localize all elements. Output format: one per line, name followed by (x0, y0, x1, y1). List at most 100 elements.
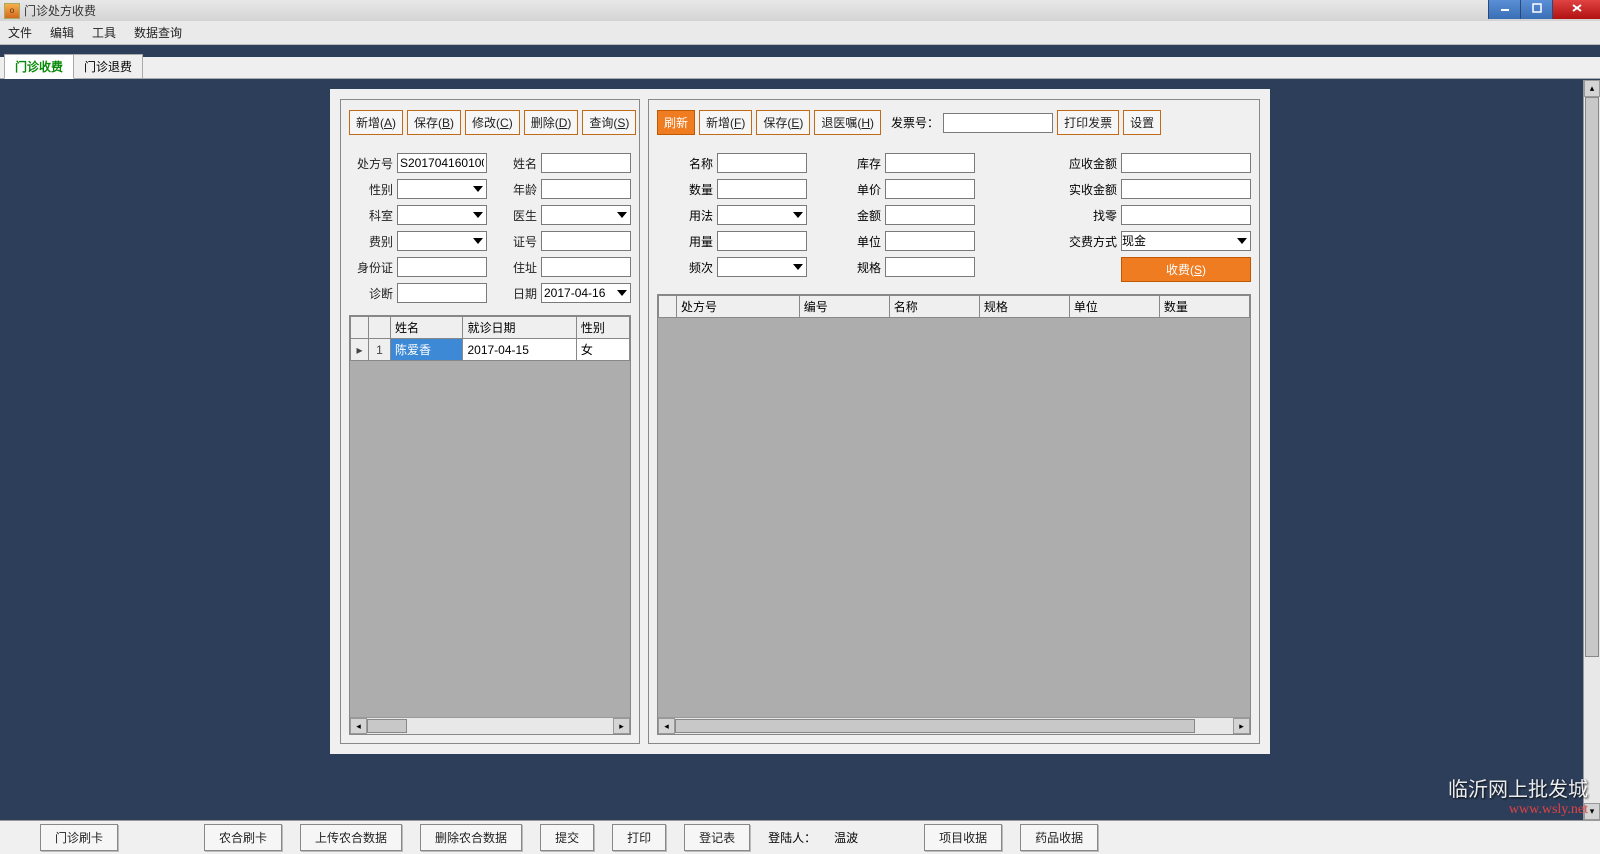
col-spec[interactable]: 规格 (979, 296, 1069, 318)
add-item-button[interactable]: 新增(F) (699, 110, 752, 135)
save-item-button[interactable]: 保存(E) (756, 110, 810, 135)
inp-dose[interactable] (717, 231, 807, 251)
inp-amount[interactable] (885, 205, 975, 225)
query-button[interactable]: 查询(S) (582, 110, 636, 135)
watermark-text: 临沂网上批发城 (1448, 773, 1588, 802)
lbl-feetype: 费别 (351, 233, 393, 250)
outpatient-card-button[interactable]: 门诊刷卡 (40, 824, 118, 851)
titlebar: o 门诊处方收费 (0, 0, 1600, 21)
table-row[interactable]: ▸ 1 陈爱香 2017-04-15 女 (351, 339, 630, 361)
edit-button[interactable]: 修改(C) (465, 110, 520, 135)
inp-price[interactable] (885, 179, 975, 199)
window-controls (1488, 0, 1600, 19)
sel-freq[interactable] (717, 257, 807, 277)
cell-gender[interactable]: 女 (576, 339, 629, 361)
inp-received[interactable] (1121, 179, 1251, 199)
save-button[interactable]: 保存(B) (407, 110, 461, 135)
lbl-dept: 科室 (351, 207, 393, 224)
lbl-idcard: 身份证 (351, 259, 393, 276)
inp-idno[interactable] (541, 231, 631, 251)
col-qty[interactable]: 数量 (1159, 296, 1249, 318)
drug-receipt-button[interactable]: 药品收据 (1020, 824, 1098, 851)
lbl-receivable: 应收金额 (1061, 155, 1117, 172)
col-rxno[interactable]: 处方号 (677, 296, 800, 318)
right-toolbar: 刷新 新增(F) 保存(E) 退医嘱(H) 发票号： 打印发票 设置 (657, 110, 1251, 135)
col-code[interactable]: 编号 (799, 296, 889, 318)
item-receipt-button[interactable]: 项目收据 (924, 824, 1002, 851)
inp-age[interactable] (541, 179, 631, 199)
sel-date[interactable]: 2017-04-16 (541, 283, 631, 303)
patient-grid[interactable]: 姓名 就诊日期 性别 ▸ 1 陈爱香 2017-04-15 女 (350, 316, 630, 734)
lbl-name: 姓名 (495, 155, 537, 172)
inp-diag[interactable] (397, 283, 487, 303)
patient-grid-wrap: 姓名 就诊日期 性别 ▸ 1 陈爱香 2017-04-15 女 (349, 315, 631, 735)
menu-query[interactable]: 数据查询 (134, 24, 182, 41)
lbl-gender: 性别 (351, 181, 393, 198)
sel-feetype[interactable] (397, 231, 487, 251)
charge-button[interactable]: 收费(S) (1121, 257, 1251, 282)
upload-rural-button[interactable]: 上传农合数据 (300, 824, 402, 851)
register-button[interactable]: 登记表 (684, 824, 750, 851)
col-gender[interactable]: 性别 (576, 317, 629, 339)
inp-invoice[interactable] (943, 113, 1053, 133)
lbl-idno: 证号 (495, 233, 537, 250)
menu-tools[interactable]: 工具 (92, 24, 116, 41)
minimize-button[interactable] (1488, 0, 1520, 19)
print-button[interactable]: 打印 (612, 824, 666, 851)
login-label: 登陆人： (768, 829, 816, 846)
rural-card-button[interactable]: 农合刷卡 (204, 824, 282, 851)
lbl-spec: 规格 (825, 259, 881, 276)
page-vscroll[interactable]: ▴ ▾ (1583, 80, 1600, 820)
lbl-qty: 数量 (657, 181, 713, 198)
lbl-addr: 住址 (495, 259, 537, 276)
col-unit[interactable]: 单位 (1069, 296, 1159, 318)
inp-receivable[interactable] (1121, 153, 1251, 173)
print-invoice-button[interactable]: 打印发票 (1057, 110, 1119, 135)
menu-edit[interactable]: 编辑 (50, 24, 74, 41)
sel-doctor[interactable] (541, 205, 631, 225)
close-button[interactable] (1552, 0, 1600, 19)
delete-rural-button[interactable]: 删除农合数据 (420, 824, 522, 851)
patient-grid-hscroll[interactable]: ◂▸ (350, 717, 630, 734)
col-itemname[interactable]: 名称 (889, 296, 979, 318)
inp-addr[interactable] (541, 257, 631, 277)
tab-refund[interactable]: 门诊退费 (73, 54, 143, 78)
lbl-dose: 用量 (657, 233, 713, 250)
submit-button[interactable]: 提交 (540, 824, 594, 851)
inp-idcard[interactable] (397, 257, 487, 277)
cell-name[interactable]: 陈爱香 (391, 339, 463, 361)
inp-spec[interactable] (885, 257, 975, 277)
inp-stock[interactable] (885, 153, 975, 173)
menu-file[interactable]: 文件 (8, 24, 32, 41)
item-grid-hscroll[interactable]: ◂▸ (658, 717, 1250, 734)
lbl-date: 日期 (495, 285, 537, 302)
lbl-amount: 金额 (825, 207, 881, 224)
inp-name[interactable] (541, 153, 631, 173)
lbl-age: 年龄 (495, 181, 537, 198)
sel-dept[interactable] (397, 205, 487, 225)
sel-paymode[interactable]: 现金 (1121, 231, 1251, 251)
inp-unit[interactable] (885, 231, 975, 251)
item-grid[interactable]: 处方号 编号 名称 规格 单位 数量 (658, 295, 1250, 734)
lbl-doctor: 医生 (495, 207, 537, 224)
inp-itemname[interactable] (717, 153, 807, 173)
maximize-button[interactable] (1520, 0, 1552, 19)
sel-usage[interactable] (717, 205, 807, 225)
settings-button[interactable]: 设置 (1123, 110, 1161, 135)
left-panel: 新增(A) 保存(B) 修改(C) 删除(D) 查询(S) 处方号 姓名 性别 … (340, 99, 640, 744)
inp-qty[interactable] (717, 179, 807, 199)
backorder-button[interactable]: 退医嘱(H) (814, 110, 881, 135)
delete-button[interactable]: 删除(D) (524, 110, 579, 135)
tab-charge[interactable]: 门诊收费 (4, 54, 74, 79)
inp-change[interactable] (1121, 205, 1251, 225)
col-visitdate[interactable]: 就诊日期 (463, 317, 576, 339)
inp-rxno[interactable] (397, 153, 487, 173)
lbl-price: 单价 (825, 181, 881, 198)
window-title: 门诊处方收费 (24, 2, 96, 19)
sel-gender[interactable] (397, 179, 487, 199)
center-block: 新增(A) 保存(B) 修改(C) 删除(D) 查询(S) 处方号 姓名 性别 … (330, 89, 1270, 754)
col-name[interactable]: 姓名 (391, 317, 463, 339)
add-button[interactable]: 新增(A) (349, 110, 403, 135)
cell-visitdate[interactable]: 2017-04-15 (463, 339, 576, 361)
refresh-button[interactable]: 刷新 (657, 110, 695, 135)
